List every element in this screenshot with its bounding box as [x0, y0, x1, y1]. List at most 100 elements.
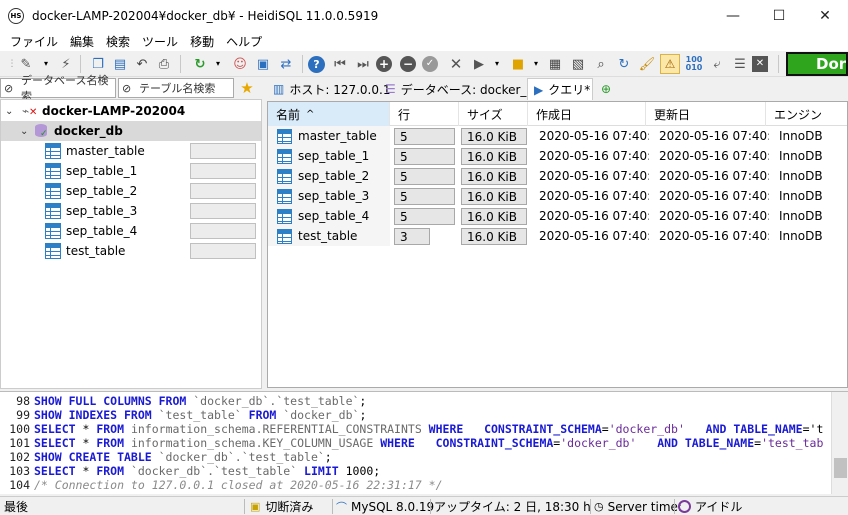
database-filter-input[interactable]: ⊘ データベース名検索	[0, 74, 116, 103]
column-header-updated[interactable]: 更新日	[646, 102, 766, 126]
row-count-cell[interactable]: 5	[394, 128, 455, 145]
row-count-cell[interactable]: 5	[394, 208, 455, 225]
row-created-cell[interactable]: 2020-05-16 07:40:18	[539, 146, 649, 166]
import-icon[interactable]: ⇄	[276, 54, 296, 74]
run-icon[interactable]: ▶	[469, 54, 489, 74]
disconnect-icon[interactable]: ⚡	[56, 54, 76, 74]
row-updated-cell[interactable]: 2020-05-16 07:40:18	[659, 146, 769, 166]
plug-dropdown-icon[interactable]: ▾	[36, 54, 56, 74]
document-icon[interactable]: ▤	[110, 54, 130, 74]
binary-icon[interactable]: 100 010	[684, 54, 704, 74]
tree-table-item[interactable]: sep_table_2	[1, 181, 261, 201]
copy-icon[interactable]: ❐	[88, 54, 108, 74]
save-as-icon[interactable]: ▧	[568, 54, 588, 74]
menu-search[interactable]: 検索	[100, 33, 136, 50]
row-size-cell[interactable]: 16.0 KiB	[461, 208, 527, 225]
menu-go[interactable]: 移動	[184, 33, 220, 50]
row-name-cell[interactable]: sep_table_2	[268, 166, 390, 186]
wrap-icon[interactable]: ⤶	[707, 54, 727, 74]
sql-log-panel[interactable]: 98 SHOW FULL COLUMNS FROM `docker_db`.`te…	[0, 391, 848, 494]
row-size-cell[interactable]: 16.0 KiB	[461, 228, 527, 245]
find-icon[interactable]: ⌕	[591, 54, 611, 74]
row-count-cell[interactable]: 3	[394, 228, 430, 245]
row-updated-cell[interactable]: 2020-05-16 07:40:17	[659, 226, 769, 246]
row-updated-cell[interactable]: 2020-05-16 07:40:20	[659, 206, 769, 226]
table-row[interactable]: sep_table_4 5 16.0 KiB 2020-05-16 07:40:19 2…	[268, 206, 847, 226]
row-created-cell[interactable]: 2020-05-16 07:40:19	[539, 186, 649, 206]
cancel-icon[interactable]: ✕	[446, 54, 466, 74]
print-icon[interactable]: ⎙	[154, 54, 174, 74]
clean-icon[interactable]: 🖌	[637, 54, 657, 74]
row-name-cell[interactable]: sep_table_3	[268, 186, 390, 206]
replace-icon[interactable]: ↻	[614, 54, 634, 74]
new-query-tab-button[interactable]: ⊕	[595, 78, 617, 100]
tree-database-node[interactable]: ⌄ ✓ docker_db	[1, 121, 261, 141]
tree-table-item[interactable]: sep_table_1	[1, 161, 261, 181]
menu-edit[interactable]: 編集	[64, 33, 100, 50]
row-created-cell[interactable]: 2020-05-16 07:40:19	[539, 206, 649, 226]
delete-icon[interactable]: −	[400, 56, 416, 72]
last-icon[interactable]: ⏭	[353, 54, 373, 74]
users-icon[interactable]: ☺	[230, 54, 250, 74]
row-updated-cell[interactable]: 2020-05-16 07:40:19	[659, 166, 769, 186]
table-row[interactable]: master_table 5 16.0 KiB 2020-05-16 07:40:17…	[268, 126, 847, 146]
table-row[interactable]: sep_table_1 5 16.0 KiB 2020-05-16 07:40:18 2…	[268, 146, 847, 166]
warning-icon[interactable]: ⚠	[660, 54, 680, 74]
row-created-cell[interactable]: 2020-05-16 07:40:16	[539, 226, 649, 246]
menu-tools[interactable]: ツール	[136, 33, 184, 50]
row-engine-cell[interactable]: InnoDB	[779, 146, 847, 166]
row-size-cell[interactable]: 16.0 KiB	[461, 148, 527, 165]
row-name-cell[interactable]: sep_table_4	[268, 206, 390, 226]
export-icon[interactable]: ▣	[253, 54, 273, 74]
row-updated-cell[interactable]: 2020-05-16 07:40:19	[659, 186, 769, 206]
tab-query[interactable]: ▶ クエリ*	[527, 78, 593, 100]
tree-server-node[interactable]: ⌄ ⌁ ✕ docker-LAMP-202004	[1, 101, 261, 121]
row-count-cell[interactable]: 5	[394, 188, 455, 205]
tab-host[interactable]: ▥ ホスト: 127.0.0.1	[267, 78, 390, 100]
column-header-name[interactable]: 名前 ^	[268, 102, 390, 126]
row-count-cell[interactable]: 5	[394, 168, 455, 185]
row-name-cell[interactable]: master_table	[268, 126, 390, 146]
open-folder-icon[interactable]: ■	[508, 54, 528, 74]
tree-table-item[interactable]: master_table	[1, 141, 261, 161]
row-engine-cell[interactable]: InnoDB	[779, 226, 847, 246]
minimize-button[interactable]: —	[710, 0, 756, 31]
apply-icon[interactable]: ✓	[422, 56, 438, 72]
column-header-created[interactable]: 作成日	[528, 102, 646, 126]
row-created-cell[interactable]: 2020-05-16 07:40:18	[539, 166, 649, 186]
row-size-cell[interactable]: 16.0 KiB	[461, 168, 527, 185]
log-scrollbar[interactable]	[831, 392, 848, 494]
row-name-cell[interactable]: sep_table_1	[268, 146, 390, 166]
save-icon[interactable]: ▦	[545, 54, 565, 74]
first-icon[interactable]: ⏮	[330, 54, 350, 74]
row-engine-cell[interactable]: InnoDB	[779, 126, 847, 146]
refresh-icon[interactable]: ↻	[190, 54, 210, 74]
row-name-cell[interactable]: test_table	[268, 226, 390, 246]
row-updated-cell[interactable]: 2020-05-16 07:40:17	[659, 126, 769, 146]
maximize-button[interactable]: ☐	[756, 0, 802, 31]
split-icon[interactable]: ☰	[730, 54, 750, 74]
stop-icon[interactable]: ✕	[752, 56, 768, 72]
favorites-star-icon[interactable]: ★	[236, 78, 258, 98]
collapse-chevron-icon[interactable]: ⌄	[5, 106, 13, 117]
refresh-dropdown-icon[interactable]: ▾	[208, 54, 228, 74]
help-icon[interactable]: ?	[308, 56, 325, 73]
tree-table-item[interactable]: sep_table_4	[1, 221, 261, 241]
table-row[interactable]: sep_table_3 5 16.0 KiB 2020-05-16 07:40:19 2…	[268, 186, 847, 206]
add-icon[interactable]: +	[376, 56, 392, 72]
column-header-rows[interactable]: 行	[390, 102, 459, 126]
tab-database[interactable]: ☰ データベース: docker_db	[379, 78, 542, 100]
row-engine-cell[interactable]: InnoDB	[779, 166, 847, 186]
undo-icon[interactable]: ↶	[132, 54, 152, 74]
folder-dropdown-icon[interactable]: ▾	[526, 54, 546, 74]
run-dropdown-icon[interactable]: ▾	[487, 54, 507, 74]
menu-file[interactable]: ファイル	[4, 33, 64, 50]
plug-icon[interactable]: ✎	[16, 54, 36, 74]
row-engine-cell[interactable]: InnoDB	[779, 206, 847, 226]
table-filter-input[interactable]: ⊘ テーブル名検索	[118, 78, 234, 98]
log-scrollbar-thumb[interactable]	[834, 458, 847, 478]
column-header-size[interactable]: サイズ	[459, 102, 528, 126]
menu-help[interactable]: ヘルプ	[220, 33, 268, 50]
tree-table-item[interactable]: test_table	[1, 241, 261, 261]
row-count-cell[interactable]: 5	[394, 148, 455, 165]
